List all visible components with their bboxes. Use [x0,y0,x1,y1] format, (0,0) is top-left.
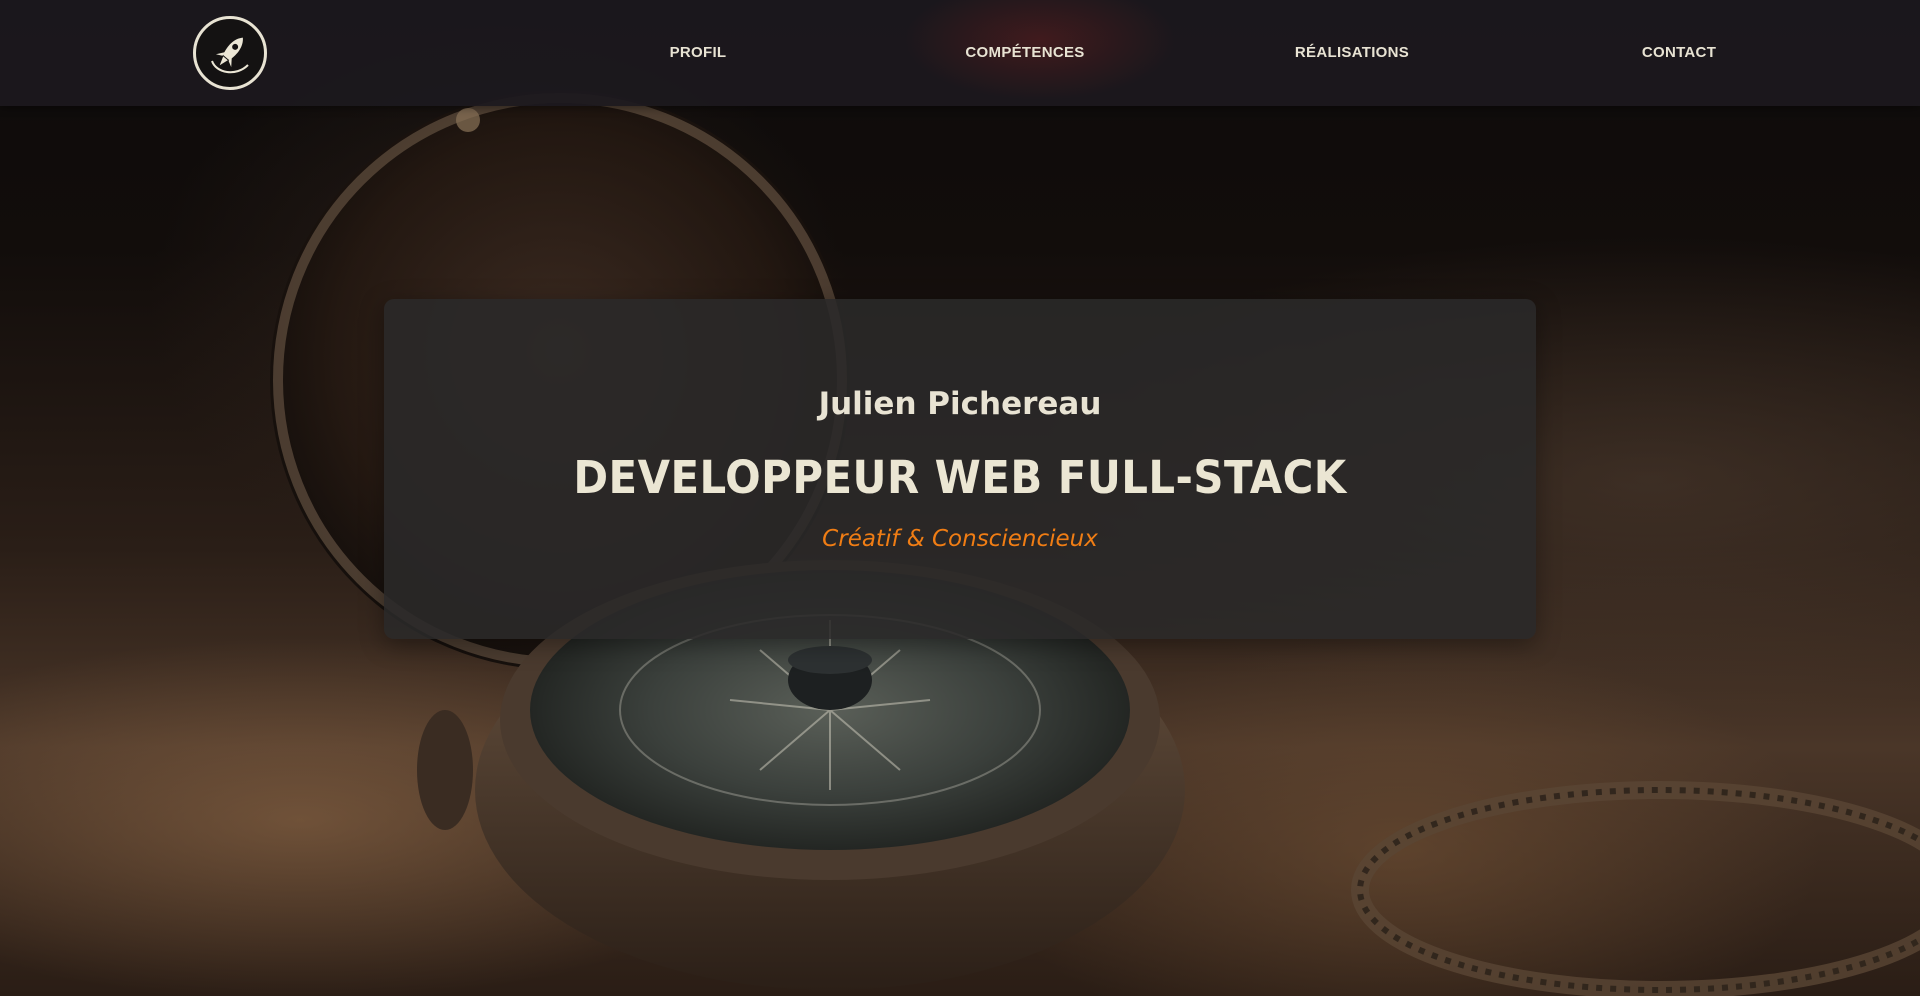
nav-link-profil[interactable]: PROFIL [670,44,727,61]
nav-link-contact[interactable]: CONTACT [1642,44,1716,61]
hero-name: Julien Pichereau [818,386,1102,422]
navbar: PROFIL COMPÉTENCES RÉALISATIONS CONTACT [0,0,1920,106]
hero-tagline: Créatif & Consciencieux [822,526,1098,552]
hero-card: Julien Pichereau DEVELOPPEUR WEB FULL-ST… [384,299,1536,639]
hero-title: DEVELOPPEUR WEB FULL-STACK [573,451,1347,504]
nav-link-realisations[interactable]: RÉALISATIONS [1295,44,1409,61]
rocket-icon [211,37,249,74]
logo-button[interactable] [193,16,267,90]
nav-link-competences[interactable]: COMPÉTENCES [965,44,1084,61]
